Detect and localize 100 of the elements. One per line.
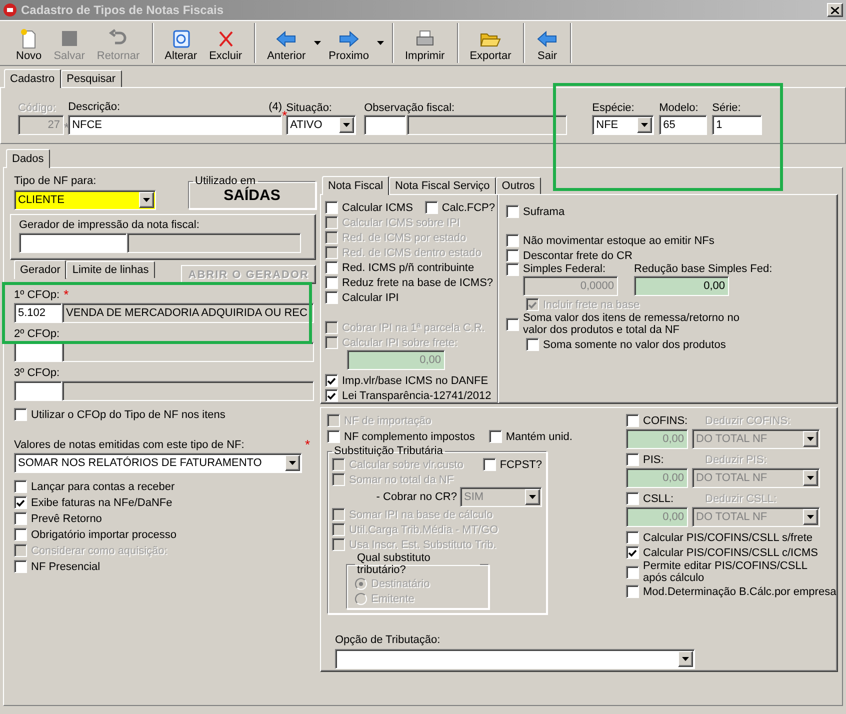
checkbox-label: Calc.FCP?: [442, 202, 495, 214]
checkbox[interactable]: [325, 389, 338, 402]
checkbox[interactable]: [325, 276, 338, 289]
checkbox[interactable]: [14, 496, 27, 509]
required-mark: *: [282, 108, 288, 123]
checkbox[interactable]: [14, 480, 27, 493]
checkbox[interactable]: [488, 430, 502, 443]
tab[interactable]: Nota Fiscal Serviço: [389, 177, 496, 194]
checkbox-label: Exibe faturas na NFe/DaNFe: [31, 496, 172, 508]
checkbox[interactable]: [626, 453, 639, 466]
cfop-code-field[interactable]: [14, 342, 62, 362]
caret-icon: [807, 476, 814, 480]
observation-code-field[interactable]: [364, 115, 406, 135]
checkbox-label: Mantém unid.: [506, 430, 572, 442]
generator-field[interactable]: [19, 233, 127, 253]
series-field[interactable]: 1: [712, 115, 762, 135]
usage-value: SAÍDAS: [224, 187, 280, 204]
checkbox[interactable]: [626, 566, 639, 578]
group-title: Utilizado em: [194, 175, 256, 187]
checkbox[interactable]: [626, 414, 639, 427]
checkbox-label: Calcular ICMS: [342, 202, 413, 214]
caret-icon: [529, 495, 536, 499]
checkbox[interactable]: [14, 528, 27, 541]
field-label: Tipo de NF para:: [14, 175, 98, 187]
checkbox[interactable]: [626, 531, 639, 544]
checkbox[interactable]: [506, 249, 519, 262]
toolbar-button[interactable]: Imprimir: [398, 23, 451, 63]
checkbox-label: Lançar para contas a receber: [31, 480, 175, 492]
reduction-field[interactable]: 0,00: [634, 276, 729, 296]
tab[interactable]: Cadastro: [4, 69, 61, 88]
checkbox-label: Imp.vlr/base ICMS no DANFE: [342, 374, 488, 386]
caret-icon: [807, 515, 814, 519]
checkbox[interactable]: [14, 408, 27, 421]
toolbar-button[interactable]: Alterar: [158, 23, 204, 63]
checkbox[interactable]: [327, 430, 340, 443]
nf-type-dropdown[interactable]: CLIENTE: [14, 190, 156, 210]
checkbox[interactable]: [506, 234, 519, 247]
checkbox[interactable]: [506, 263, 519, 276]
caret-icon[interactable]: [314, 41, 321, 45]
checkbox[interactable]: [424, 201, 438, 214]
checkbox-label: Utilizar o CFOp do Tipo de NF nos itens: [31, 408, 226, 420]
caret-icon[interactable]: [376, 41, 384, 45]
values-dropdown[interactable]: SOMAR NOS RELATÓRIOS DE FATURAMENTO: [14, 453, 302, 473]
checkbox[interactable]: [14, 512, 27, 525]
toolbar-button[interactable]: Anterior: [261, 23, 312, 63]
checkbox-label: Descontar frete do CR: [523, 250, 632, 262]
description-field[interactable]: NFCE: [68, 115, 282, 135]
field-label: Opção de Tributação:: [335, 634, 442, 646]
species-dropdown[interactable]: NFE: [592, 115, 654, 135]
checkbox-label: PIS:: [643, 454, 665, 466]
close-button[interactable]: [827, 3, 843, 17]
checkbox-label: Red. ICMS p/ñ contribuinte: [342, 262, 474, 274]
model-field[interactable]: 65: [659, 115, 708, 135]
cfop-code-field[interactable]: [14, 381, 62, 401]
tab[interactable]: Dados: [6, 149, 50, 168]
app-icon: [3, 3, 17, 17]
field-label: Redução base Simples Fed:: [634, 263, 772, 275]
checkbox[interactable]: [14, 560, 27, 573]
checkbox[interactable]: [325, 374, 338, 387]
checkbox[interactable]: [626, 585, 639, 598]
checkbox[interactable]: [506, 205, 519, 218]
checkbox-label: Permite editar PIS/COFINS/CSLL após cálculo: [643, 560, 808, 584]
cfop-code-field[interactable]: 5.102: [14, 303, 62, 323]
checkbox[interactable]: [325, 261, 338, 274]
tab[interactable]: Gerador: [14, 260, 66, 279]
field-label: 3º CFOp:: [14, 366, 60, 378]
cfop-description-field: VENDA DE MERCADORIA ADQUIRIDA OU REC: [62, 303, 314, 323]
tab[interactable]: Nota Fiscal: [322, 176, 390, 195]
toolbar-button[interactable]: Excluir: [203, 23, 248, 63]
field-label: 1º CFOp:: [14, 288, 60, 300]
field-label: Valores de notas emitidas com este tipo de NF:: [14, 438, 244, 450]
checkbox-label: Não movimentar estoque ao emitir NFs: [523, 234, 714, 246]
toolbar-button[interactable]: Exportar: [464, 23, 518, 63]
checkbox[interactable]: [526, 338, 539, 351]
checkbox-label: Calcular IPI: [342, 292, 399, 304]
checkbox[interactable]: [506, 318, 519, 330]
toolbar-button[interactable]: Novo: [10, 23, 48, 63]
checkbox[interactable]: [325, 201, 338, 214]
toolbar-button[interactable]: Sair: [530, 23, 564, 63]
checkbox-label: Mod.Determinação B.Cálc.por empresa: [643, 586, 836, 598]
taxation-dropdown[interactable]: [335, 649, 695, 669]
checkbox[interactable]: [626, 492, 639, 505]
right-arrow-icon: [338, 29, 360, 49]
field-label: 2º CFOp:: [14, 328, 60, 340]
checkbox[interactable]: [325, 291, 338, 304]
checkbox-label: Suframa: [523, 206, 565, 218]
field-label: Série:: [712, 102, 742, 114]
field-label: Gerador de impressão da nota fiscal:: [19, 219, 200, 231]
group-title: Substituição Tributária: [333, 445, 444, 457]
caret-icon: [343, 123, 350, 127]
simples-rate-field: 0,0000: [523, 276, 618, 296]
caret-icon: [682, 657, 689, 661]
checkbox[interactable]: [626, 546, 639, 559]
tab[interactable]: Outros: [496, 177, 541, 194]
checkbox-label: Prevê Retorno: [31, 512, 102, 524]
status-dropdown[interactable]: ATIVO: [286, 115, 356, 135]
tab[interactable]: Pesquisar: [60, 70, 122, 87]
toolbar-button[interactable]: Proximo: [322, 23, 375, 63]
window-title: Cadastro de Tipos de Notas Fiscais: [21, 3, 225, 17]
tab[interactable]: Limite de linhas: [66, 261, 155, 278]
